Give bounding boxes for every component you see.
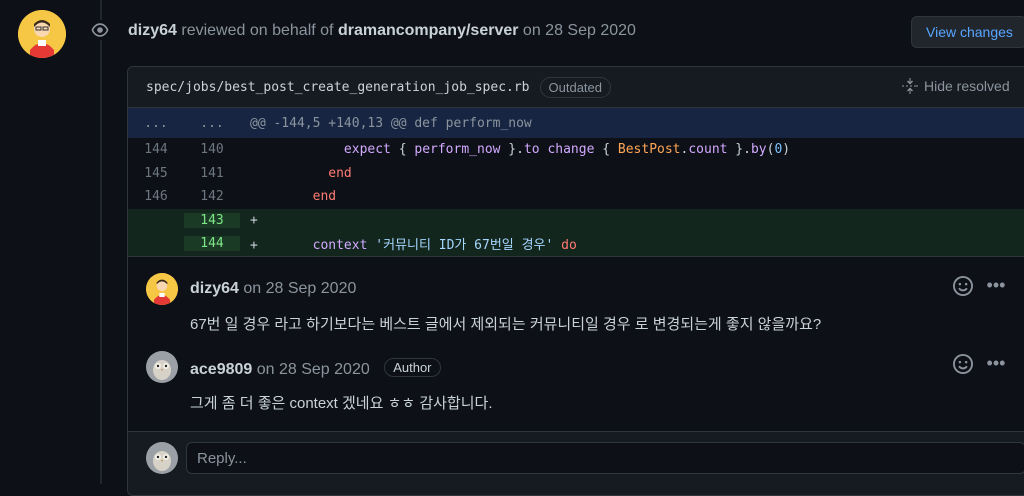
file-path[interactable]: spec/jobs/best_post_create_generation_jo… — [146, 80, 530, 95]
avatar[interactable] — [146, 272, 178, 305]
view-changes-button[interactable]: View changes — [911, 16, 1024, 48]
avatar[interactable] — [146, 442, 178, 474]
hunk-old-expander[interactable]: ... — [128, 116, 184, 131]
code-line: end — [250, 189, 337, 205]
code-token: do — [561, 238, 577, 254]
fold-icon — [902, 78, 918, 94]
comment-author[interactable]: ace9809 — [190, 361, 252, 378]
eye-icon — [90, 20, 110, 40]
comment-date[interactable]: on 28 Sep 2020 — [243, 280, 356, 297]
code-line: end — [250, 165, 352, 181]
code-token: change — [547, 142, 595, 158]
owl-avatar-illustration — [146, 350, 178, 383]
comment-meta: ace9809 on 28 Sep 2020 Author — [190, 357, 441, 379]
avatar-illustration — [146, 272, 178, 305]
code-token: to — [523, 142, 540, 158]
new-line-number[interactable]: 144 — [184, 236, 240, 252]
review-date: on 28 Sep 2020 — [522, 22, 636, 39]
hide-resolved-button[interactable]: Hide resolved — [902, 78, 1010, 94]
diff-line: 145 141 end — [128, 162, 1024, 186]
author-badge: Author — [384, 357, 441, 377]
diff-line-added: 143 + — [128, 208, 1024, 232]
code-token: { — [390, 142, 415, 158]
old-line-number[interactable]: 144 — [128, 142, 184, 157]
diff-line: 146 142 end — [128, 185, 1024, 209]
diff-line: 144 140 + expect { perform_now }.to chan… — [128, 138, 1024, 162]
smiley-icon[interactable] — [953, 275, 973, 296]
code-token: '커뮤니티 ID가 67번일 경우' — [375, 238, 554, 254]
comments-section: dizy64 on 28 Sep 2020 ••• 67번 일 경우 라고 하기… — [128, 255, 1024, 412]
avatar-illustration — [18, 10, 66, 58]
old-line-number[interactable]: 145 — [128, 166, 184, 181]
code-token: + — [250, 238, 313, 254]
timeline-line — [100, 0, 102, 484]
new-line-number[interactable]: 141 — [184, 166, 240, 181]
kebab-horizontal-icon[interactable]: ••• — [986, 275, 1006, 295]
hunk-new-expander[interactable]: ... — [184, 116, 240, 131]
smiley-icon[interactable] — [953, 353, 973, 374]
diff-hunk-header: ... ... @@ -144,5 +140,13 @@ def perform… — [128, 108, 1024, 138]
code-token: { — [594, 142, 618, 158]
kebab-horizontal-icon[interactable]: ••• — [986, 353, 1006, 373]
comment-date[interactable]: on 28 Sep 2020 — [257, 361, 370, 378]
code-line: + context '커뮤니티 ID가 67번일 경우' do — [240, 234, 577, 253]
owl-avatar-illustration — [146, 442, 178, 474]
hide-resolved-label: Hide resolved — [924, 78, 1010, 94]
org-repo-link[interactable]: dramancompany/server — [338, 22, 519, 39]
comment-body: 그게 좀 더 좋은 context 겠네요 ㅎㅎ 감사합니다. — [190, 394, 493, 412]
code-line: + — [250, 212, 258, 228]
new-line-number[interactable]: 142 — [184, 189, 240, 204]
reviewer-name[interactable]: dizy64 — [128, 22, 177, 39]
avatar[interactable] — [146, 350, 178, 383]
diff-line-added: 144 + context '커뮤니티 ID가 67번일 경우' do — [128, 232, 1024, 256]
outdated-badge: Outdated — [539, 76, 612, 98]
comment-meta: dizy64 on 28 Sep 2020 — [190, 280, 356, 298]
code-token: context — [312, 238, 368, 254]
review-header: dizy64 reviewed on behalf of dramancompa… — [128, 22, 636, 40]
code-token: perform_now — [414, 142, 501, 158]
code-token: ) — [782, 142, 791, 158]
code-token: }. — [727, 142, 751, 158]
old-line-number[interactable]: 146 — [128, 189, 184, 204]
review-action-text: reviewed on behalf of — [181, 22, 334, 39]
code-token: by — [750, 142, 767, 158]
new-line-number[interactable]: 143 — [184, 212, 240, 228]
code-line: + expect { perform_now }.to change { Bes… — [240, 142, 790, 157]
code-token: }. — [500, 142, 524, 158]
diff-table: ... ... @@ -144,5 +140,13 @@ def perform… — [128, 108, 1024, 256]
new-line-number[interactable]: 140 — [184, 142, 240, 157]
comment-body: 67번 일 경우 라고 하기보다는 베스트 글에서 제외되는 커뮤니티일 경우 … — [190, 315, 822, 333]
code-token: count — [688, 142, 728, 158]
code-token: BestPost — [617, 142, 681, 158]
review-thread-card: spec/jobs/best_post_create_generation_jo… — [127, 66, 1024, 496]
file-header: spec/jobs/best_post_create_generation_jo… — [128, 67, 1024, 108]
code-token: expect — [343, 142, 391, 158]
reply-area — [128, 431, 1024, 495]
comment-author[interactable]: dizy64 — [190, 280, 239, 297]
reply-input[interactable] — [186, 442, 1024, 474]
hunk-text: @@ -144,5 +140,13 @@ def perform_now — [250, 115, 532, 131]
reviewer-avatar[interactable] — [18, 10, 66, 58]
